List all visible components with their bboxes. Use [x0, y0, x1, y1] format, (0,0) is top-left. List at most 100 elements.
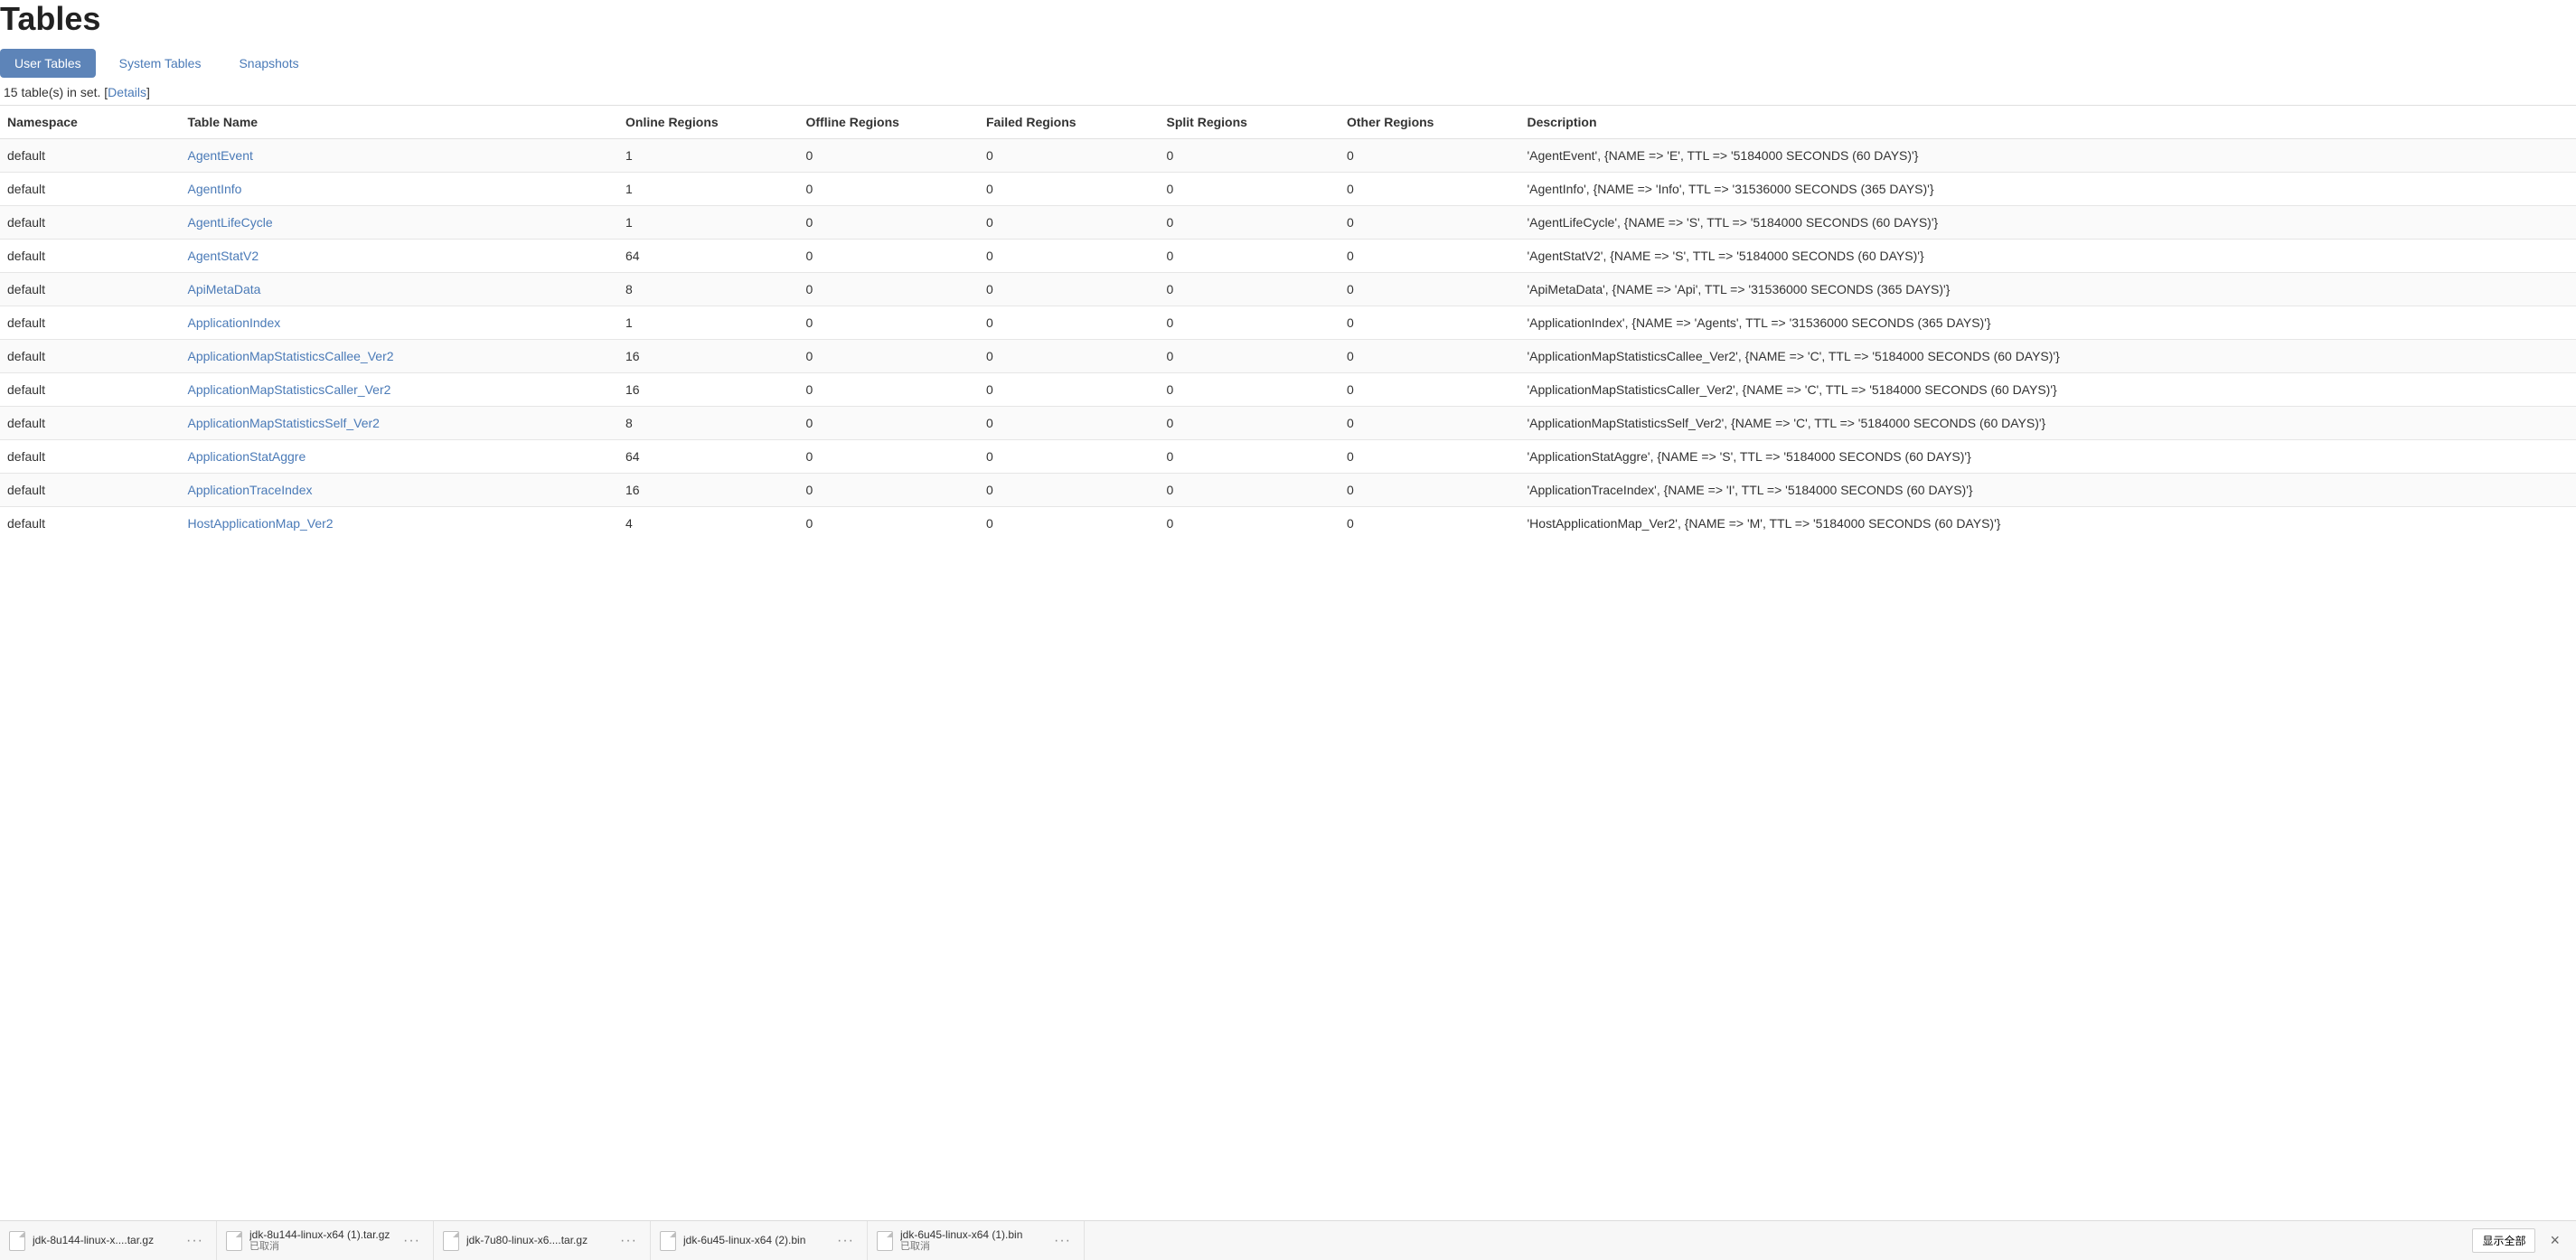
- table-row: defaultAgentLifeCycle10000'AgentLifeCycl…: [0, 206, 2576, 240]
- table-link[interactable]: AgentLifeCycle: [188, 215, 273, 230]
- table-link[interactable]: HostApplicationMap_Ver2: [188, 516, 334, 531]
- col-online-regions: Online Regions: [618, 106, 799, 139]
- cell-other: 0: [1340, 373, 1520, 407]
- cell-namespace: default: [0, 139, 181, 173]
- more-icon[interactable]: ···: [400, 1233, 424, 1249]
- cell-description: 'ApplicationMapStatisticsCallee_Ver2', {…: [1520, 340, 2576, 373]
- cell-failed: 0: [979, 474, 1160, 507]
- cell-description: 'ApplicationIndex', {NAME => 'Agents', T…: [1520, 306, 2576, 340]
- col-split-regions: Split Regions: [1160, 106, 1340, 139]
- download-item[interactable]: jdk-8u144-linux-x....tar.gz ···: [0, 1221, 217, 1260]
- more-icon[interactable]: ···: [833, 1233, 858, 1249]
- col-namespace: Namespace: [0, 106, 181, 139]
- table-link[interactable]: ApplicationMapStatisticsCaller_Ver2: [188, 382, 391, 397]
- cell-offline: 0: [799, 440, 980, 474]
- cell-namespace: default: [0, 474, 181, 507]
- more-icon[interactable]: ···: [616, 1233, 641, 1249]
- cell-failed: 0: [979, 306, 1160, 340]
- download-item[interactable]: jdk-8u144-linux-x64 (1).tar.gz已取消 ···: [217, 1221, 434, 1260]
- cell-failed: 0: [979, 407, 1160, 440]
- cell-split: 0: [1160, 273, 1340, 306]
- table-row: defaultApiMetaData80000'ApiMetaData', {N…: [0, 273, 2576, 306]
- more-icon[interactable]: ···: [183, 1233, 207, 1249]
- cell-namespace: default: [0, 373, 181, 407]
- download-filename: jdk-6u45-linux-x64 (1).bin: [900, 1228, 1022, 1241]
- cell-offline: 0: [799, 273, 980, 306]
- table-link[interactable]: ApplicationTraceIndex: [188, 483, 313, 497]
- cell-namespace: default: [0, 340, 181, 373]
- download-text: jdk-6u45-linux-x64 (1).bin已取消: [900, 1228, 1022, 1254]
- table-row: defaultHostApplicationMap_Ver240000'Host…: [0, 507, 2576, 541]
- download-item[interactable]: jdk-6u45-linux-x64 (1).bin已取消 ···: [868, 1221, 1085, 1260]
- cell-description: 'ApplicationMapStatisticsSelf_Ver2', {NA…: [1520, 407, 2576, 440]
- cell-namespace: default: [0, 273, 181, 306]
- cell-failed: 0: [979, 139, 1160, 173]
- tabs-bar: User Tables System Tables Snapshots: [0, 49, 2576, 78]
- cell-failed: 0: [979, 340, 1160, 373]
- cell-split: 0: [1160, 507, 1340, 541]
- table-row: defaultApplicationStatAggre640000'Applic…: [0, 440, 2576, 474]
- close-icon[interactable]: ×: [2544, 1231, 2565, 1250]
- cell-table-name: ApiMetaData: [181, 273, 619, 306]
- table-link[interactable]: ApplicationMapStatisticsCallee_Ver2: [188, 349, 394, 363]
- cell-description: 'ApplicationStatAggre', {NAME => 'S', TT…: [1520, 440, 2576, 474]
- table-link[interactable]: AgentStatV2: [188, 249, 259, 263]
- cell-split: 0: [1160, 474, 1340, 507]
- cell-split: 0: [1160, 340, 1340, 373]
- table-link[interactable]: ApplicationStatAggre: [188, 449, 306, 464]
- table-link[interactable]: AgentEvent: [188, 148, 253, 163]
- tab-user-tables[interactable]: User Tables: [0, 49, 96, 78]
- download-text: jdk-8u144-linux-x....tar.gz: [33, 1234, 154, 1246]
- download-filename: jdk-6u45-linux-x64 (2).bin: [683, 1234, 805, 1246]
- col-failed-regions: Failed Regions: [979, 106, 1160, 139]
- download-text: jdk-7u80-linux-x6....tar.gz: [466, 1234, 588, 1246]
- cell-online: 1: [618, 139, 799, 173]
- cell-offline: 0: [799, 306, 980, 340]
- cell-description: 'ApiMetaData', {NAME => 'Api', TTL => '3…: [1520, 273, 2576, 306]
- cell-description: 'AgentEvent', {NAME => 'E', TTL => '5184…: [1520, 139, 2576, 173]
- table-link[interactable]: ApiMetaData: [188, 282, 261, 296]
- cell-offline: 0: [799, 173, 980, 206]
- download-filename: jdk-7u80-linux-x6....tar.gz: [466, 1234, 588, 1246]
- download-text: jdk-8u144-linux-x64 (1).tar.gz已取消: [249, 1228, 390, 1254]
- cell-online: 16: [618, 340, 799, 373]
- cell-online: 16: [618, 373, 799, 407]
- tab-snapshots[interactable]: Snapshots: [224, 49, 313, 78]
- cell-table-name: AgentLifeCycle: [181, 206, 619, 240]
- page-title: Tables: [0, 0, 2576, 38]
- table-link[interactable]: ApplicationMapStatisticsSelf_Ver2: [188, 416, 380, 430]
- cell-description: 'ApplicationTraceIndex', {NAME => 'I', T…: [1520, 474, 2576, 507]
- tables-table: Namespace Table Name Online Regions Offl…: [0, 105, 2576, 540]
- cell-description: 'HostApplicationMap_Ver2', {NAME => 'M',…: [1520, 507, 2576, 541]
- cell-offline: 0: [799, 206, 980, 240]
- cell-split: 0: [1160, 373, 1340, 407]
- cell-description: 'AgentInfo', {NAME => 'Info', TTL => '31…: [1520, 173, 2576, 206]
- cell-namespace: default: [0, 306, 181, 340]
- download-text: jdk-6u45-linux-x64 (2).bin: [683, 1234, 805, 1246]
- cell-failed: 0: [979, 173, 1160, 206]
- table-row: default ApplicationMapStatisticsCaller_Ve…: [0, 373, 2576, 407]
- table-link[interactable]: ApplicationIndex: [188, 315, 281, 330]
- cell-other: 0: [1340, 407, 1520, 440]
- download-item[interactable]: jdk-7u80-linux-x6....tar.gz ···: [434, 1221, 651, 1260]
- cell-offline: 0: [799, 407, 980, 440]
- cell-other: 0: [1340, 240, 1520, 273]
- download-item[interactable]: jdk-6u45-linux-x64 (2).bin ···: [651, 1221, 868, 1260]
- details-link[interactable]: Details: [108, 85, 146, 99]
- summary-text: 15 table(s) in set. [Details]: [4, 85, 2576, 99]
- download-bar: jdk-8u144-linux-x....tar.gz···jdk-8u144-…: [0, 1220, 2576, 1260]
- table-link[interactable]: AgentInfo: [188, 182, 242, 196]
- tab-system-tables[interactable]: System Tables: [105, 49, 216, 78]
- cell-other: 0: [1340, 474, 1520, 507]
- more-icon[interactable]: ···: [1050, 1233, 1075, 1249]
- col-other-regions: Other Regions: [1340, 106, 1520, 139]
- cell-other: 0: [1340, 306, 1520, 340]
- show-all-button[interactable]: 显示全部: [2472, 1228, 2535, 1253]
- cell-online: 8: [618, 407, 799, 440]
- table-row: defaultAgentEvent10000'AgentEvent', {NAM…: [0, 139, 2576, 173]
- table-row: defaultAgentStatV2640000'AgentStatV2', {…: [0, 240, 2576, 273]
- cell-online: 64: [618, 240, 799, 273]
- cell-table-name: AgentInfo: [181, 173, 619, 206]
- col-offline-regions: Offline Regions: [799, 106, 980, 139]
- cell-offline: 0: [799, 139, 980, 173]
